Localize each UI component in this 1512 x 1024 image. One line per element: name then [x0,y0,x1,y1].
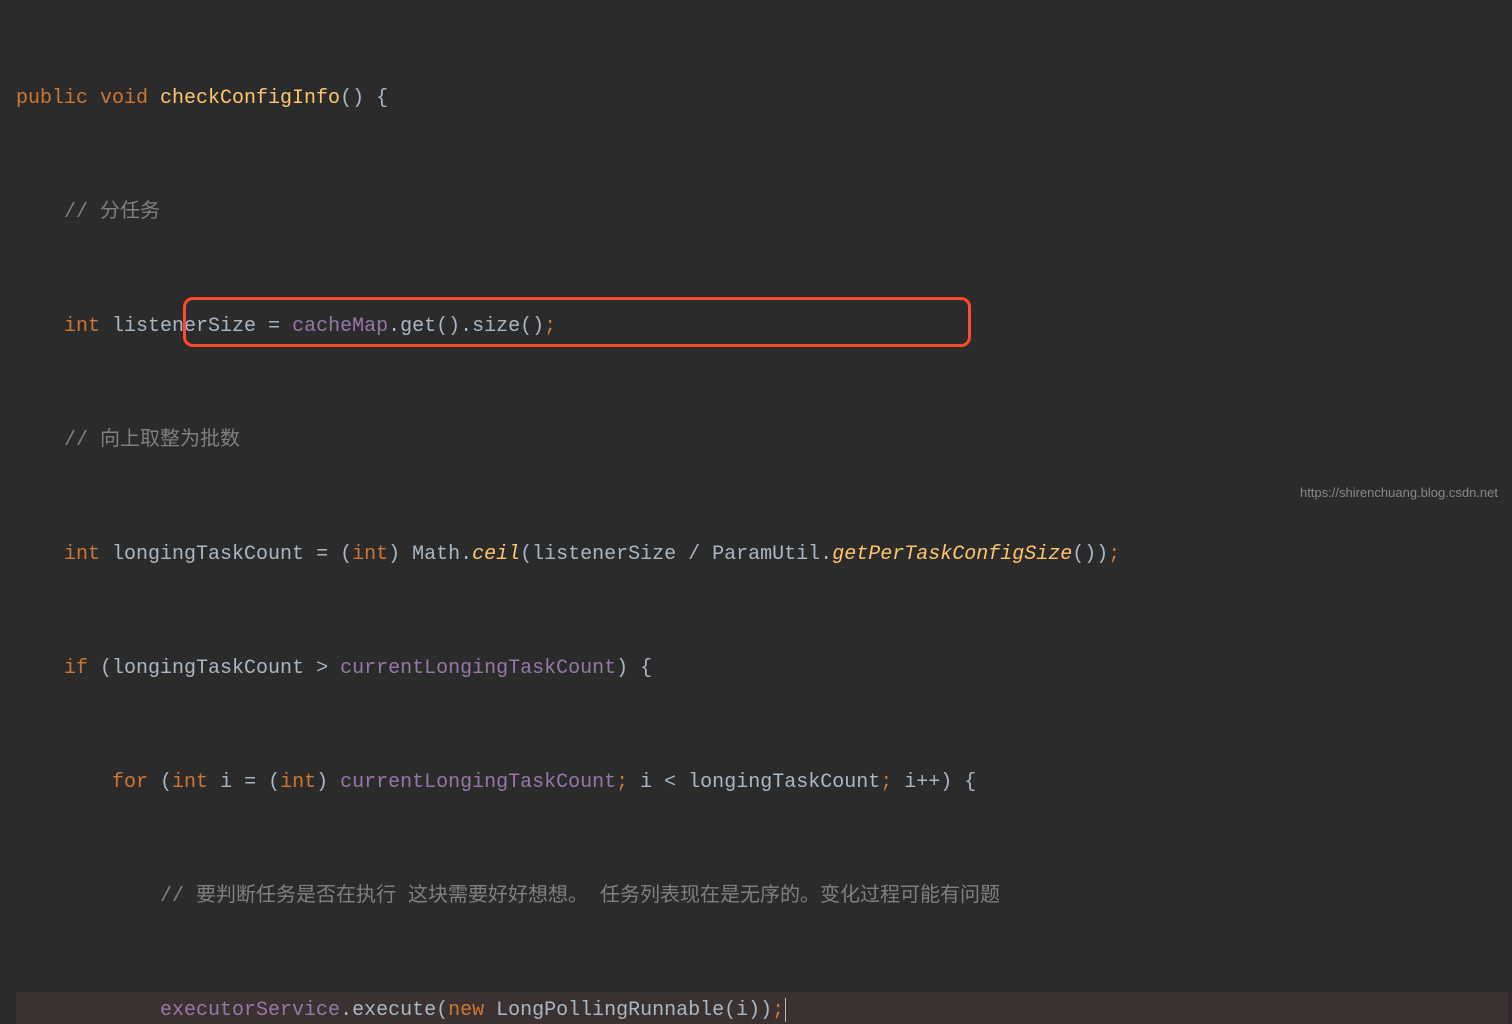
semicolon: ; [772,999,784,1022]
field-executorService: executorService [160,999,340,1022]
method-call: .execute( [340,999,448,1022]
comment: // 分任务 [64,201,160,224]
semicolon: ; [544,315,556,338]
code-line: for (int i = (int) currentLongingTaskCou… [16,764,1508,802]
variable: listenerSize = [112,315,292,338]
code-line: // 要判断任务是否在执行 这块需要好好想想。 任务列表现在是无序的。变化过程可… [16,878,1508,916]
keyword-if: if [64,657,100,680]
keyword-for: for [112,771,160,794]
keyword-public: public [16,87,100,110]
field-currentLongingTaskCount: currentLongingTaskCount [340,657,616,680]
text-cursor [785,998,786,1022]
keyword-cast-int: int [352,543,388,566]
field-cacheMap: cacheMap [292,315,388,338]
keyword-void: void [100,87,160,110]
constructor: LongPollingRunnable(i)) [496,999,772,1022]
method-signature-tail: () { [340,87,388,110]
keyword-int: int [64,543,112,566]
semicolon: ; [1108,543,1120,566]
keyword-int: int [172,771,220,794]
code-line: int longingTaskCount = (int) Math.ceil(l… [16,536,1508,574]
comment: // 向上取整为批数 [64,429,240,452]
code-line-highlighted: executorService.execute(new LongPollingR… [16,992,1508,1024]
keyword-cast-int: int [280,771,316,794]
method-call: .get().size() [388,315,544,338]
watermark: https://shirenchuang.blog.csdn.net [1300,481,1498,506]
code-editor[interactable]: public void checkConfigInfo() { // 分任务 i… [0,0,1512,1024]
comment: // 要判断任务是否在执行 这块需要好好想想。 任务列表现在是无序的。变化过程可… [160,885,1000,908]
method-ceil: ceil [472,543,520,566]
code-line: int listenerSize = cacheMap.get().size()… [16,308,1508,346]
keyword-new: new [448,999,496,1022]
code-line: if (longingTaskCount > currentLongingTas… [16,650,1508,688]
field-currentLongingTaskCount: currentLongingTaskCount [340,771,616,794]
code-line: public void checkConfigInfo() { [16,80,1508,118]
code-line: // 分任务 [16,194,1508,232]
method-getPerTaskConfigSize: getPerTaskConfigSize [832,543,1072,566]
keyword-int: int [64,315,112,338]
variable: longingTaskCount = ( [112,543,352,566]
method-name: checkConfigInfo [160,87,340,110]
code-line: // 向上取整为批数 [16,422,1508,460]
